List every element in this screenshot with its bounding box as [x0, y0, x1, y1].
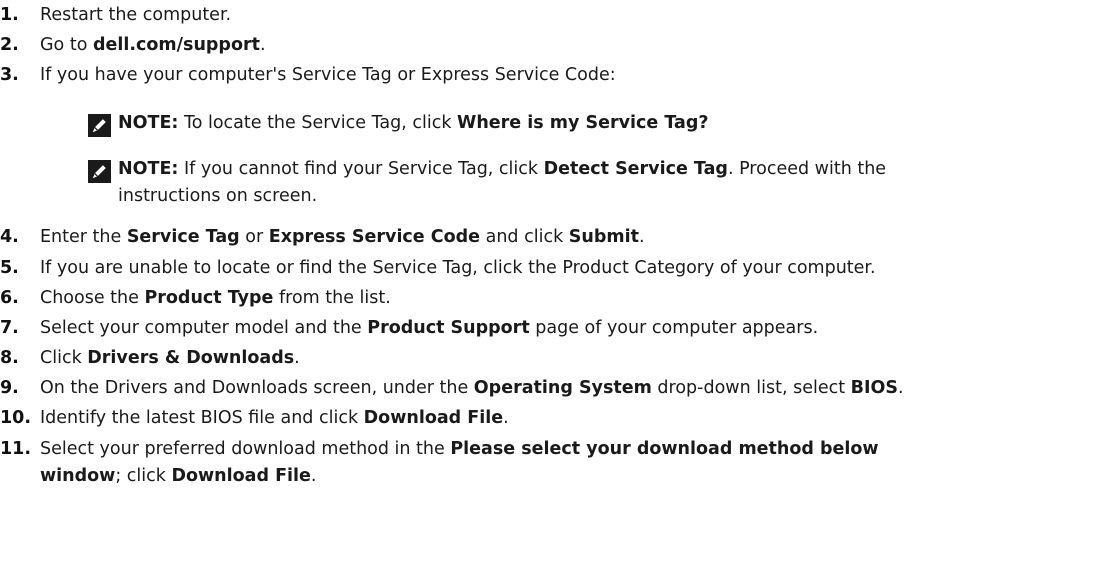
step-text-part: If you have your computer's Service Tag … [40, 65, 616, 85]
step-text: If you have your computer's Service Tag … [40, 62, 616, 89]
step-bold-term: Product Type [144, 288, 274, 308]
step-text-part: drop-down list, select [651, 378, 851, 398]
step-text: Restart the computer. [40, 2, 231, 29]
step-number: 2. [0, 35, 19, 55]
step-text-part: Select your preferred download method in… [40, 439, 451, 459]
step-bold-term: Download File [171, 466, 311, 486]
step-bold-term: Product Support [367, 318, 530, 338]
step-text: Select your preferred download method in… [40, 436, 879, 463]
step-text-part: from the list. [273, 288, 391, 308]
step-bold-term: Download File [363, 408, 504, 428]
step-text-part: Go to [40, 35, 93, 55]
step-text: Select your computer model and the Produ… [40, 315, 818, 342]
note-label: NOTE: [118, 159, 179, 179]
note-text-part: To locate the Service Tag, click [178, 113, 458, 133]
step-text-part: Click [40, 348, 88, 368]
note-label: NOTE: [118, 113, 179, 133]
support-url-link[interactable]: dell.com/support [93, 35, 260, 55]
step-number: 9. [0, 378, 19, 398]
step-number: 3. [0, 65, 19, 85]
note-text-part: If you cannot find your Service Tag, cli… [178, 159, 544, 179]
step-text-part: ; click [115, 466, 172, 486]
step-number: 5. [0, 258, 19, 278]
note-pencil-icon [88, 160, 111, 183]
step-text: Identify the latest BIOS file and click … [40, 405, 509, 432]
step-text: On the Drivers and Downloads screen, und… [40, 375, 904, 402]
note-text-continued: instructions on screen. [118, 186, 318, 206]
step-text-part: Restart the computer. [40, 5, 232, 25]
detect-service-tag-link[interactable]: Detect Service Tag [544, 159, 728, 179]
step-text-part: and click [480, 227, 569, 247]
service-tag-location-link[interactable]: Where is my Service Tag? [457, 113, 708, 133]
step-text-part: . [259, 35, 266, 55]
step-text-part: . [310, 466, 317, 486]
step-text-part: Choose the [40, 288, 145, 308]
step-number: 8. [0, 348, 19, 368]
step-number: 7. [0, 318, 19, 338]
step-text: If you are unable to locate or find the … [40, 255, 876, 282]
step-text-part: Select your computer model and the [40, 318, 368, 338]
step-bold-term: Drivers & Downloads [87, 348, 295, 368]
step-text: Click Drivers & Downloads. [40, 345, 300, 372]
step-text: Choose the Product Type from the list. [40, 285, 391, 312]
step-text-part: . [294, 348, 300, 368]
submit-term: Submit [568, 227, 639, 247]
step-text-part: . [638, 227, 645, 247]
step-text-part: . [503, 408, 509, 428]
note-text-part: . Proceed with the [727, 159, 887, 179]
step-number: 6. [0, 288, 19, 308]
step-bold-term: Service Tag [126, 227, 240, 247]
step-11: 11. Select your preferred download metho… [0, 436, 1117, 492]
step-text-part: Identify the latest BIOS file and click [40, 408, 364, 428]
step-text-part: Enter the [40, 227, 127, 247]
step-number: 10. [0, 408, 32, 428]
step-text: Enter the Service Tag or Express Service… [40, 224, 645, 251]
step-bold-term: Operating System [473, 378, 652, 398]
step-text-part: On the Drivers and Downloads screen, und… [40, 378, 474, 398]
step-number: 1. [0, 5, 19, 25]
instruction-document: 1. Restart the computer. 2. Go to dell.c… [0, 0, 1117, 562]
step-number: 4. [0, 227, 19, 247]
note-text: NOTE: If you cannot find your Service Ta… [118, 156, 886, 183]
step-number: 11. [0, 439, 32, 459]
step-bold-term: Express Service Code [268, 227, 481, 247]
step-text-part: If you are unable to locate or find the … [40, 258, 876, 278]
step-bold-term: window [40, 466, 116, 486]
step-text-continued: window; click Download File. [40, 463, 317, 490]
step-bold-term: BIOS [850, 378, 898, 398]
step-text-part: or [239, 227, 269, 247]
step-text-part: page of your computer appears. [529, 318, 819, 338]
note-text: NOTE: To locate the Service Tag, click W… [118, 110, 709, 137]
note-pencil-icon [88, 114, 111, 137]
step-text: Go to dell.com/support. [40, 32, 266, 59]
step-text-part: . [897, 378, 904, 398]
step-bold-term: Please select your download method below [450, 439, 879, 459]
